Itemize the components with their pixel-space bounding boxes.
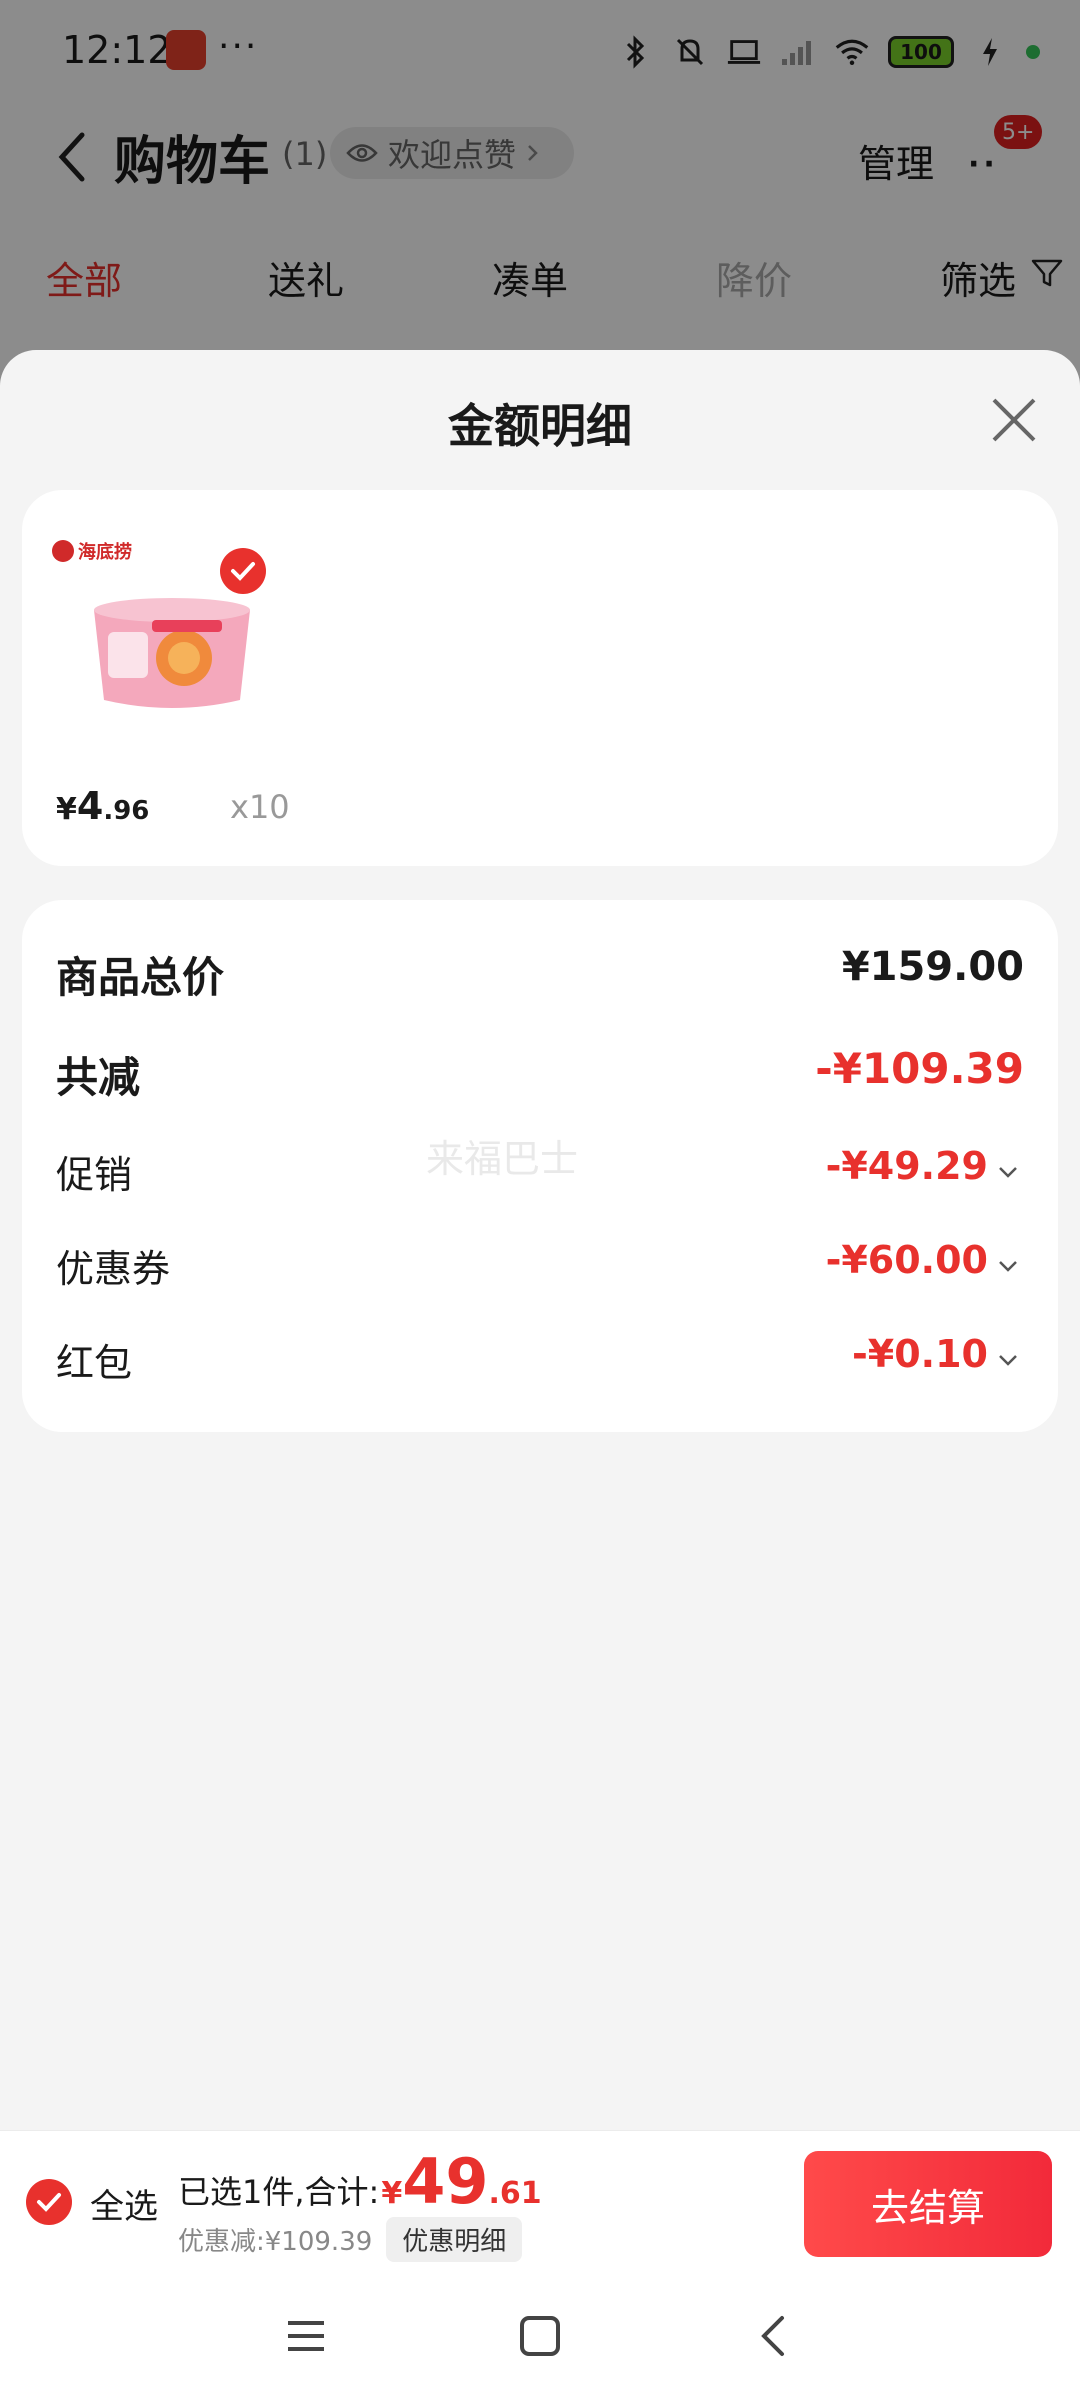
product-selected-check-icon[interactable] [220,548,266,594]
detail-row-coupon[interactable]: 优惠券 -¥60.00 [56,1238,1024,1298]
detail-value: -¥109.39 [815,1044,1024,1093]
detail-row-subtotal: 商品总价 ¥159.00 [56,944,1024,1004]
amount-detail-sheet: 金额明细 海底捞 ¥4.96 x10 商品总价 ¥159.00 共减 -¥109… [0,350,1080,2270]
detail-row-total-reduction: 共减 -¥109.39 [56,1044,1024,1104]
total-symbol: ¥ [381,2176,403,2211]
detail-value: ¥159.00 [841,944,1024,990]
select-all-check-icon[interactable] [26,2179,72,2225]
checkout-bar: 全选 已选1件,合计: ¥ 49 .61 优惠减:¥109.39 优惠明细 去结… [0,2130,1080,2270]
detail-label: 促销 [56,1153,133,1197]
price-symbol: ¥ [56,792,77,827]
detail-label: 优惠券 [56,1247,171,1291]
total-decimal: .61 [488,2176,542,2211]
detail-row-red-packet[interactable]: 红包 -¥0.10 [56,1332,1024,1392]
detail-label: 商品总价 [56,953,225,1002]
brand-logo-icon [52,540,74,562]
back-nav-icon[interactable] [744,2306,804,2366]
product-price: ¥4.96 [56,784,149,828]
summary-text: 已选1件,合计: [178,2173,380,2211]
total-integer: 49 [402,2145,489,2218]
close-icon[interactable] [986,392,1042,448]
discount-text: 优惠减:¥109.39 [178,2227,373,2257]
discount-details-button[interactable]: 优惠明细 [386,2217,523,2262]
select-all-label[interactable]: 全选 [90,2179,158,2228]
chevron-down-icon[interactable] [996,1162,1020,1182]
menu-icon[interactable] [276,2306,336,2366]
detail-value: -¥49.29 [825,1144,988,1188]
price-decimal: .96 [103,796,150,826]
price-integer: 4 [76,784,104,828]
chevron-down-icon[interactable] [996,1256,1020,1276]
brand-name: 海底捞 [78,542,132,563]
checkout-button[interactable]: 去结算 [804,2151,1052,2257]
detail-value: -¥0.10 [852,1332,988,1376]
amount-detail-card: 商品总价 ¥159.00 共减 -¥109.39 促销 -¥49.29 优惠券 … [22,900,1058,1432]
chevron-down-icon[interactable] [996,1350,1020,1370]
modal-dim-overlay[interactable] [0,0,1080,400]
home-icon[interactable] [510,2306,570,2366]
discount-summary: 优惠减:¥109.39 优惠明细 [178,2217,523,2262]
detail-value: -¥60.00 [825,1238,988,1282]
detail-label: 红包 [56,1341,133,1385]
system-navigation-bar [0,2270,1080,2400]
detail-label: 共减 [56,1053,141,1102]
sheet-title: 金额明细 [448,399,632,453]
order-summary: 已选1件,合计: ¥ 49 .61 [178,2145,542,2218]
watermark-text: 来福巴士 [426,1137,579,1181]
brand-logo: 海底捞 [52,538,132,564]
product-card: 海底捞 ¥4.96 x10 [22,490,1058,866]
product-quantity: x10 [230,788,290,826]
